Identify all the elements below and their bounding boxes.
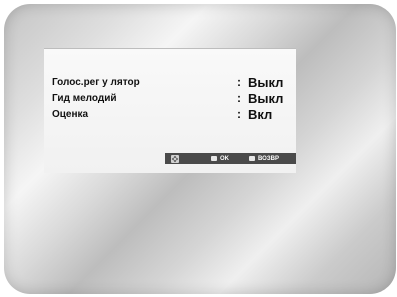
setting-label: Голос.рег у лятор bbox=[52, 77, 140, 88]
setting-colon: : bbox=[237, 75, 241, 89]
setting-value: Вкл bbox=[248, 107, 273, 122]
hint-ok: OK bbox=[211, 153, 229, 164]
return-button-icon bbox=[249, 156, 255, 161]
setting-value: Выкл bbox=[248, 75, 284, 90]
setting-colon: : bbox=[237, 107, 241, 121]
setting-colon: : bbox=[237, 91, 241, 105]
setting-label: Гид мелодий bbox=[52, 93, 117, 104]
hint-move bbox=[171, 153, 179, 164]
enter-button-icon bbox=[211, 156, 217, 161]
button-hint-bar: OK ВОЗВР bbox=[165, 153, 296, 164]
tv-screen: Голос.рег у лятор : Выкл Гид мелодий : В… bbox=[4, 4, 396, 294]
setting-row-score[interactable]: Оценка : Вкл bbox=[52, 107, 296, 123]
settings-menu-panel: Голос.рег у лятор : Выкл Гид мелодий : В… bbox=[44, 48, 296, 173]
setting-row-melody-guide[interactable]: Гид мелодий : Выкл bbox=[52, 91, 296, 107]
setting-row-voice-control[interactable]: Голос.рег у лятор : Выкл bbox=[52, 75, 296, 91]
hint-ok-label: OK bbox=[220, 155, 229, 162]
hint-back-label: ВОЗВР bbox=[258, 155, 279, 162]
directional-pad-icon bbox=[171, 154, 179, 163]
setting-value: Выкл bbox=[248, 91, 284, 106]
hint-back: ВОЗВР bbox=[249, 153, 279, 164]
setting-label: Оценка bbox=[52, 109, 89, 120]
